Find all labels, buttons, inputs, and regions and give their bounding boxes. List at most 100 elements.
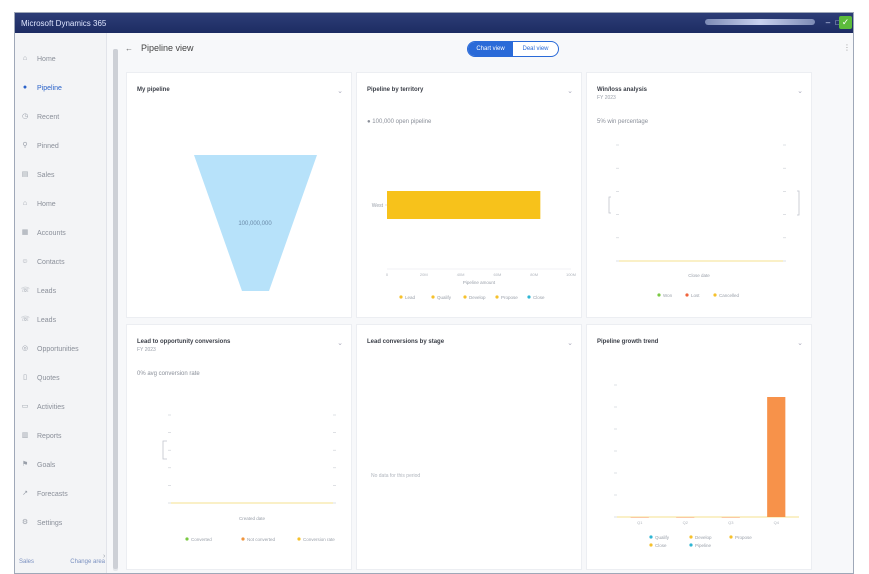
funnel-label: 100,000,000 xyxy=(238,221,272,227)
y-axis-bracket xyxy=(608,196,611,214)
sidebar-item-forecasts[interactable]: ↗ Forecasts xyxy=(21,486,107,502)
x-tick-label: 0 xyxy=(386,272,389,277)
legend-label: Conversion rate xyxy=(303,537,335,542)
legend-marker xyxy=(185,537,189,541)
territory-bar-chart: West 0 20M 40M 60M 80M 100M Pipeline amount Lead… xyxy=(372,191,576,300)
sidebar-item-label: Pipeline xyxy=(37,84,62,92)
legend-marker xyxy=(649,535,653,539)
sidebar-item-recent[interactable]: ◷ Recent xyxy=(21,109,107,125)
x-tick-label: 60M xyxy=(494,272,502,277)
card-conversions-by-stage: Lead conversions by stage ⌄ No data for … xyxy=(356,324,582,570)
legend-label: Develop xyxy=(469,295,486,300)
person-icon: ☺ xyxy=(21,258,29,265)
legend-marker xyxy=(495,295,499,299)
more-options-icon[interactable]: ⋮ xyxy=(843,43,851,52)
sidebar-item-label: Reports xyxy=(37,432,62,440)
legend-label: Lost xyxy=(691,293,700,298)
minimize-button[interactable]: – xyxy=(823,18,833,27)
sidebar-item-label: Settings xyxy=(37,519,63,527)
win-loss-chart: Close date Won Lost Cancelled xyxy=(608,144,800,298)
sidebar-item-quotes[interactable]: ▯ Quotes xyxy=(21,370,107,386)
sidebar-item-opportunities[interactable]: ◎ Opportunities xyxy=(21,341,107,357)
legend-marker xyxy=(729,535,733,539)
card-pipeline-by-territory: Pipeline by territory ⌄ ● 100,000 open p… xyxy=(356,72,582,318)
sidebar: ⌂ Home ● Pipeline ◷ Recent ⚲ Pinned ▤ Sales ⌂ Home ▦… xyxy=(15,33,107,573)
sidebar-item-pipeline[interactable]: ● Pipeline xyxy=(21,80,107,96)
loading-indicator xyxy=(705,19,815,25)
sidebar-item-label: Accounts xyxy=(37,229,66,237)
legend-marker xyxy=(649,543,653,547)
sidebar-item-goals[interactable]: ⚑ Goals xyxy=(21,457,107,473)
legend-label: Lead xyxy=(405,295,416,300)
sidebar-item-label: Leads xyxy=(37,316,57,324)
card-my-pipeline: My pipeline ⌄ 100,000,000 xyxy=(126,72,352,318)
toggle-chart-view[interactable]: Chart view xyxy=(468,42,513,56)
legend-marker xyxy=(713,293,717,297)
legend-label: Not converted xyxy=(247,537,276,542)
bar-west xyxy=(387,191,541,219)
close-button[interactable]: ✓ xyxy=(839,16,852,29)
legend-marker xyxy=(657,293,661,297)
sidebar-item-label: Contacts xyxy=(37,258,65,266)
page-title: Pipeline view xyxy=(141,43,194,53)
sidebar-item-pinned[interactable]: ⚲ Pinned xyxy=(21,138,107,154)
legend-marker xyxy=(241,537,245,541)
sidebar-item-contacts[interactable]: ☺ Contacts xyxy=(21,254,107,270)
x-tick-label: Q1 xyxy=(637,520,643,525)
building-icon: ▦ xyxy=(21,229,29,236)
x-axis-label: Pipeline amount xyxy=(463,280,496,285)
x-tick-label: Q4 xyxy=(774,520,780,525)
back-button[interactable]: ← xyxy=(125,44,133,53)
sidebar-item-home[interactable]: ⌂ Home xyxy=(21,51,107,67)
legend-marker xyxy=(689,543,693,547)
sidebar-item-label: Goals xyxy=(37,461,56,469)
x-tick-label: Q2 xyxy=(683,520,689,525)
bar-q1 xyxy=(630,517,649,518)
home-icon: ⌂ xyxy=(22,200,28,207)
sidebar-item-leads[interactable]: ☏ Leads xyxy=(21,283,107,299)
x-tick-label: 40M xyxy=(457,272,465,277)
document-icon: ▯ xyxy=(23,374,27,381)
funnel-chart: 100,000,000 xyxy=(194,155,317,291)
sidebar-item-reports[interactable]: ▥ Reports xyxy=(21,428,107,444)
sidebar-item-label: Leads xyxy=(37,287,57,295)
card-pipeline-growth: Pipeline growth trend ⌄ Q1 Q2 Q3 Q4 Qualify D… xyxy=(586,324,812,570)
sidebar-item-label: Forecasts xyxy=(37,490,68,498)
area-switcher[interactable]: Sales Change area xyxy=(19,559,105,565)
sidebar-item-home[interactable]: ⌂ Home xyxy=(21,196,107,212)
growth-bar-chart: Q1 Q2 Q3 Q4 Qualify Develop Propose Close Pipeli… xyxy=(614,384,799,548)
sidebar-item-accounts[interactable]: ▦ Accounts xyxy=(21,225,107,241)
sidebar-scrollbar[interactable] xyxy=(113,49,118,571)
dashboard-icon: ● xyxy=(22,84,28,91)
calendar-icon: ▭ xyxy=(21,403,29,410)
view-toggle[interactable]: Chart view Deal view xyxy=(467,41,559,57)
scrollbar-thumb[interactable] xyxy=(113,49,118,569)
card-menu-icon[interactable]: ⌄ xyxy=(567,339,573,347)
legend-label: Cancelled xyxy=(719,293,740,298)
sidebar-item-label: Activities xyxy=(37,403,65,411)
legend-label: Qualify xyxy=(437,295,452,300)
y-tick-label: West xyxy=(372,203,384,209)
change-area-link[interactable]: Change area xyxy=(70,559,105,565)
sidebar-item-settings[interactable]: ⚙ Settings xyxy=(21,515,107,531)
dashboard-grid: My pipeline ⌄ 100,000,000 Pipeline by te… xyxy=(126,72,832,572)
legend-marker xyxy=(297,537,301,541)
flag-icon: ⚑ xyxy=(21,461,29,468)
legend-marker xyxy=(463,295,467,299)
toggle-deal-view[interactable]: Deal view xyxy=(513,42,558,56)
legend-label: Close xyxy=(533,295,545,300)
report-icon: ▥ xyxy=(21,432,29,439)
legend-label: Develop xyxy=(695,535,712,540)
sidebar-item-sales[interactable]: ▤ Sales xyxy=(21,167,107,183)
x-tick-label: 20M xyxy=(420,272,428,277)
card-title: Lead conversions by stage xyxy=(367,339,445,345)
x-axis-label: Created date xyxy=(239,516,266,521)
clock-icon: ◷ xyxy=(21,113,29,120)
sidebar-item-activities[interactable]: ▭ Activities xyxy=(21,399,107,415)
bar-q2 xyxy=(676,517,695,518)
sidebar-item-label: Recent xyxy=(37,113,60,121)
empty-state-text: No data for this period xyxy=(371,473,421,479)
sidebar-item-leads[interactable]: ☏ Leads xyxy=(21,312,107,328)
forecast-icon: ↗ xyxy=(22,490,28,497)
sidebar-item-label: Sales xyxy=(37,171,55,179)
